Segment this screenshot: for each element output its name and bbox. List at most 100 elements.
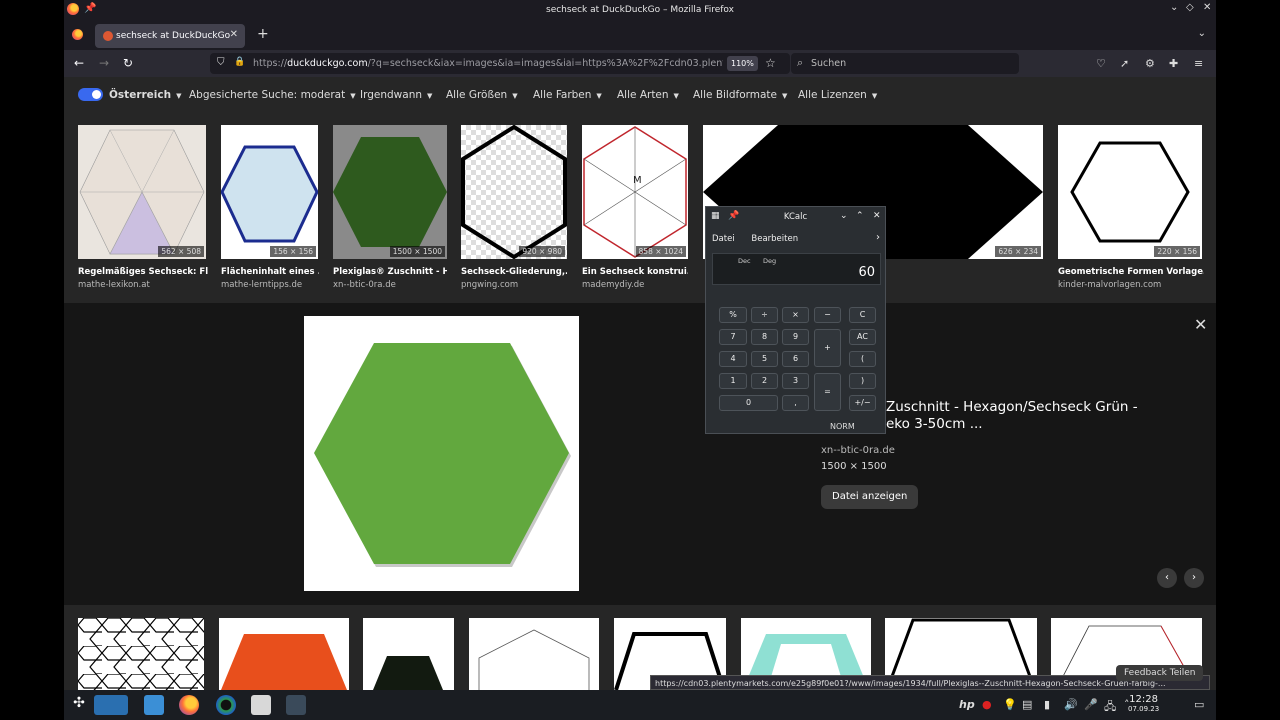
key-2[interactable]: 2 xyxy=(751,373,778,389)
back-icon[interactable]: ← xyxy=(74,56,84,70)
usb-icon[interactable]: ▮ xyxy=(1044,698,1050,711)
volume-icon[interactable]: 🔊 xyxy=(1064,698,1078,711)
result-caption[interactable]: Flächeninhalt eines ... xyxy=(221,267,319,277)
lock-icon[interactable]: 🔒 xyxy=(234,57,245,67)
menu-icon[interactable]: ≡ xyxy=(1194,57,1203,70)
result-thumb-3[interactable]: 1500 × 1500 xyxy=(333,125,447,259)
document-icon[interactable] xyxy=(251,695,271,715)
key-left-paren[interactable]: ( xyxy=(849,351,876,367)
zoom-level[interactable]: 110% xyxy=(727,56,758,71)
close-tab-icon[interactable]: ✕ xyxy=(230,29,238,40)
firefox-view-icon[interactable] xyxy=(72,29,83,40)
key-minus[interactable]: − xyxy=(814,307,841,323)
pocket-icon[interactable]: ♡ xyxy=(1096,57,1106,70)
clipboard-icon[interactable]: ▤ xyxy=(1022,698,1032,711)
result-thumb-8[interactable] xyxy=(78,618,204,690)
result-caption[interactable]: Geometrische Formen Vorlage... xyxy=(1058,267,1204,277)
key-7[interactable]: 7 xyxy=(719,329,747,345)
key-right-paren[interactable]: ) xyxy=(849,373,876,389)
result-thumb-4[interactable]: 920 × 980 xyxy=(461,125,567,259)
new-tab-icon[interactable]: + xyxy=(257,26,269,42)
url-bar[interactable]: ⛉ 🔒 https://duckduckgo.com/?q=sechseck&i… xyxy=(210,53,790,74)
key-plus-minus[interactable]: +/− xyxy=(849,395,876,411)
region-toggle[interactable] xyxy=(78,88,103,101)
result-thumb-2[interactable]: 156 × 156 xyxy=(221,125,318,259)
forward-icon[interactable]: → xyxy=(99,56,109,70)
result-caption[interactable]: Sechseck-Gliederung,... xyxy=(461,267,567,277)
microphone-icon[interactable]: 🎤 xyxy=(1084,698,1098,711)
network-icon[interactable]: 🖧 xyxy=(1104,698,1116,717)
color-app-icon[interactable] xyxy=(216,695,236,715)
feedback-button[interactable]: Feedback Teilen xyxy=(1116,665,1204,681)
list-tabs-icon[interactable]: ⌄ xyxy=(1198,28,1206,39)
container-icon[interactable]: ⚙ xyxy=(1145,57,1155,70)
maximize-icon[interactable]: ⌃ xyxy=(856,211,864,221)
bulb-icon[interactable]: 💡 xyxy=(1003,698,1017,711)
shield-icon[interactable]: ⛉ xyxy=(217,57,225,68)
search-input[interactable]: ⌕ Suchen xyxy=(791,53,1019,74)
result-caption[interactable]: Ein Sechseck konstrui... xyxy=(582,267,688,277)
url-text[interactable]: https://duckduckgo.com/?q=sechseck&iax=i… xyxy=(253,58,723,69)
key-5[interactable]: 5 xyxy=(751,351,778,367)
result-thumb-10[interactable] xyxy=(363,618,454,690)
minimize-icon[interactable]: ⌄ xyxy=(840,211,848,221)
key-clear[interactable]: C xyxy=(849,307,876,323)
result-thumb-7[interactable]: 220 × 156 xyxy=(1058,125,1202,259)
maximize-icon[interactable]: ◇ xyxy=(1186,2,1194,13)
detail-image[interactable] xyxy=(304,316,579,591)
app-launcher-icon[interactable]: ✣ xyxy=(69,695,89,715)
key-percent[interactable]: % xyxy=(719,307,747,323)
menu-file[interactable]: Datei xyxy=(712,234,735,244)
filter-license[interactable]: Alle Lizenzen ▼ xyxy=(798,89,877,101)
key-1[interactable]: 1 xyxy=(719,373,747,389)
file-manager-icon[interactable] xyxy=(144,695,164,715)
menu-edit[interactable]: Bearbeiten xyxy=(751,234,798,244)
next-image-button[interactable]: › xyxy=(1184,568,1204,588)
filter-color[interactable]: Alle Farben ▼ xyxy=(533,89,602,101)
key-6[interactable]: 6 xyxy=(782,351,809,367)
result-caption[interactable]: Regelmäßiges Sechseck: Fl... xyxy=(78,267,208,277)
key-comma[interactable]: , xyxy=(782,395,809,411)
record-icon[interactable]: ● xyxy=(982,698,992,711)
filter-time[interactable]: Irgendwann ▼ xyxy=(360,89,432,101)
clock[interactable]: 12:28 07.09.23 xyxy=(1128,694,1159,713)
close-icon[interactable]: ✕ xyxy=(873,211,881,221)
firefox-taskbar-icon[interactable] xyxy=(179,695,199,715)
previous-image-button[interactable]: ‹ xyxy=(1157,568,1177,588)
key-divide[interactable]: ÷ xyxy=(751,307,778,323)
result-thumb-11[interactable] xyxy=(469,618,599,690)
puzzle-icon[interactable]: ✚ xyxy=(1169,57,1178,70)
result-caption[interactable]: Plexiglas® Zuschnitt - H... xyxy=(333,267,447,277)
bookmark-star-icon[interactable]: ☆ xyxy=(765,56,776,70)
key-3[interactable]: 3 xyxy=(782,373,809,389)
tab-active[interactable]: sechseck at DuckDuckGo ✕ xyxy=(95,24,245,48)
reload-icon[interactable]: ↻ xyxy=(123,56,133,70)
key-multiply[interactable]: × xyxy=(782,307,809,323)
close-detail-icon[interactable]: ✕ xyxy=(1194,315,1207,334)
key-equals[interactable]: = xyxy=(814,373,841,411)
result-thumb-5[interactable]: M 858 × 1024 xyxy=(582,125,688,259)
key-9[interactable]: 9 xyxy=(782,329,809,345)
key-plus[interactable]: + xyxy=(814,329,841,367)
filter-size[interactable]: Alle Größen ▼ xyxy=(446,89,518,101)
key-4[interactable]: 4 xyxy=(719,351,747,367)
minimize-icon[interactable]: ⌄ xyxy=(1170,2,1178,13)
key-8[interactable]: 8 xyxy=(751,329,778,345)
show-desktop-icon[interactable]: ▭ xyxy=(1194,698,1204,711)
pager-icon[interactable] xyxy=(94,695,128,715)
extension-icon[interactable]: ➚ xyxy=(1120,57,1129,70)
close-window-icon[interactable]: ✕ xyxy=(1203,2,1211,13)
filter-type[interactable]: Alle Arten ▼ xyxy=(617,89,679,101)
chevron-right-icon[interactable]: › xyxy=(876,232,880,243)
detail-title[interactable]: Zuschnitt - Hexagon/Sechseck Grün - eko … xyxy=(886,399,1138,433)
filter-region[interactable]: Österreich ▼ xyxy=(109,89,181,101)
key-allclear[interactable]: AC xyxy=(849,329,876,345)
view-file-button[interactable]: Datei anzeigen xyxy=(821,485,919,509)
detail-source[interactable]: xn--btic-0ra.de xyxy=(821,445,895,456)
result-thumb-1[interactable]: 562 × 508 xyxy=(78,125,206,259)
calculator-taskbar-icon[interactable] xyxy=(286,695,306,715)
result-thumb-9[interactable] xyxy=(219,618,349,690)
filter-layout[interactable]: Alle Bildformate ▼ xyxy=(693,89,787,101)
hp-icon[interactable]: hp xyxy=(959,698,975,711)
key-0[interactable]: 0 xyxy=(719,395,778,411)
